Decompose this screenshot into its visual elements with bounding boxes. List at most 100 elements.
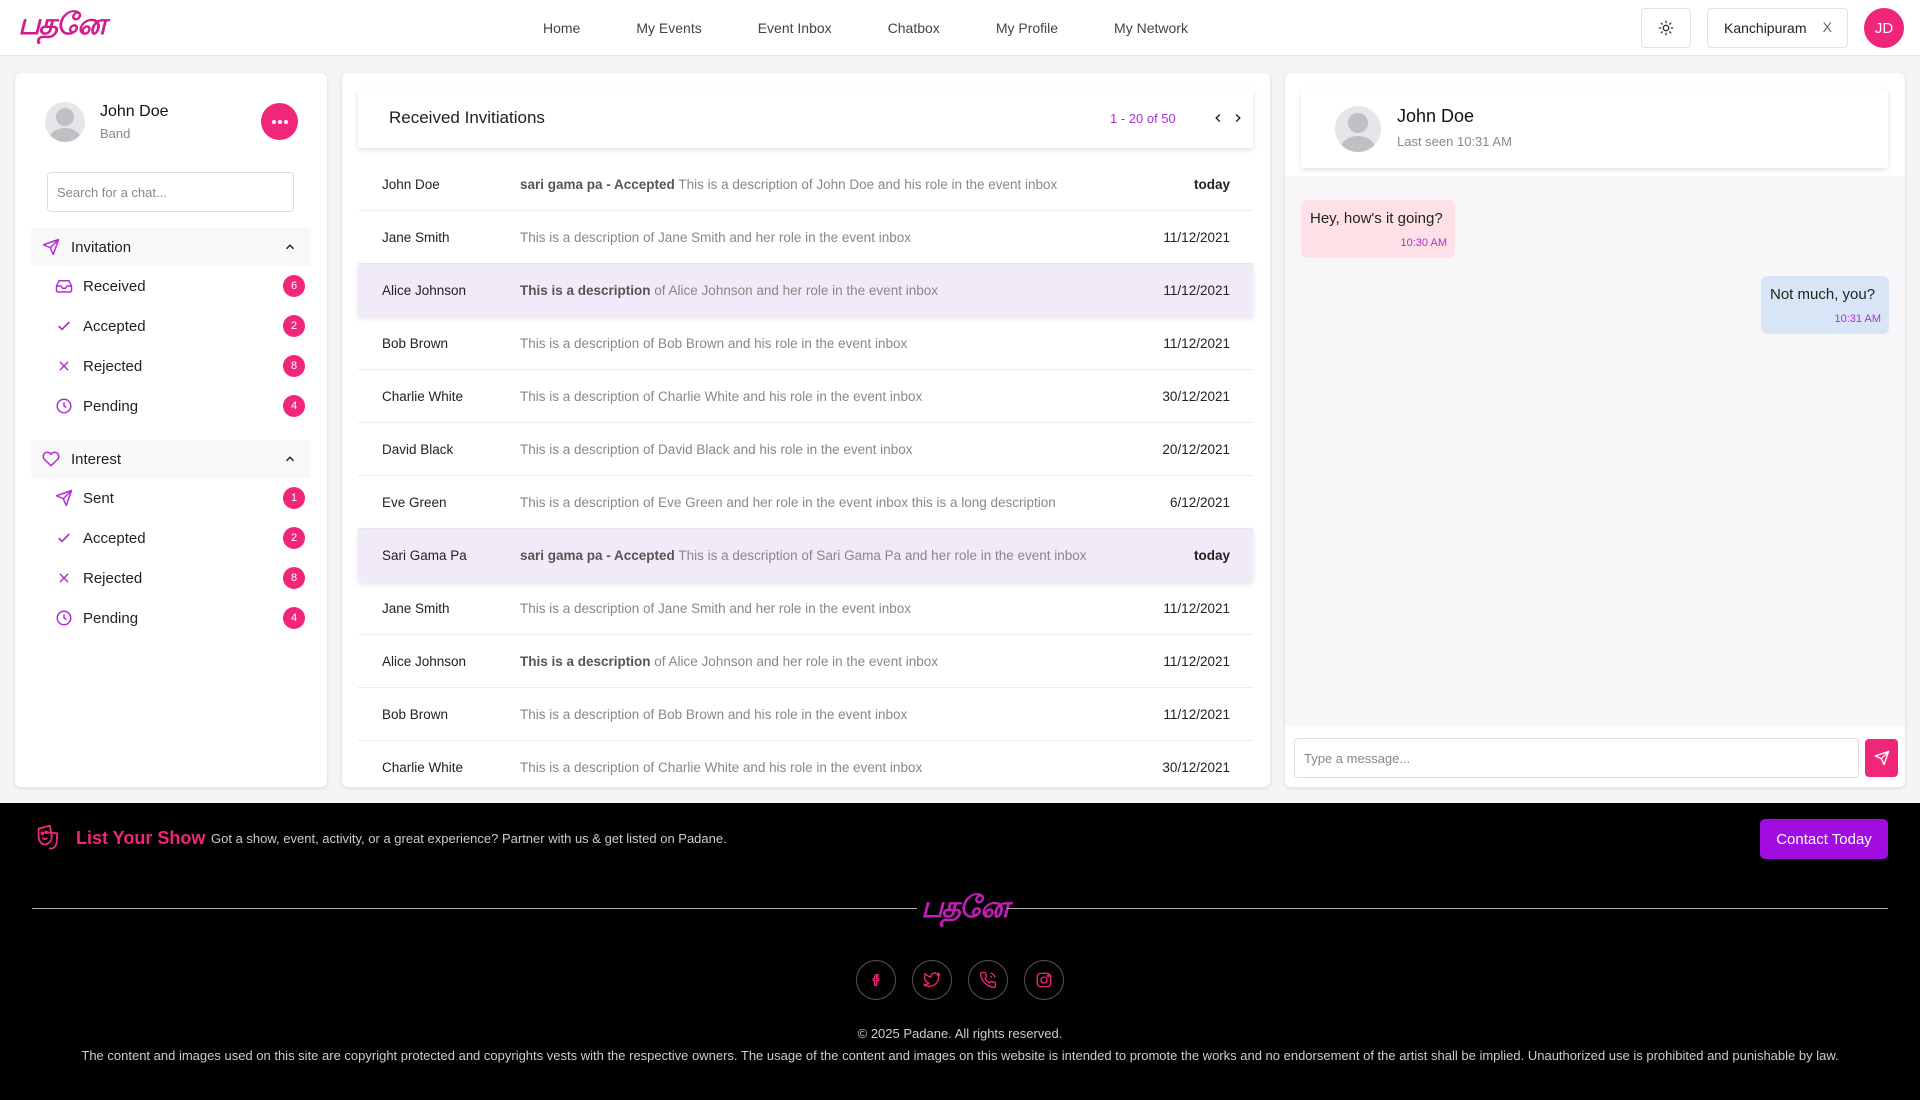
preview-highlight: sari gama pa - Accepted: [520, 176, 675, 192]
sidebar-item-accepted[interactable]: Accepted 2: [55, 311, 305, 341]
section-interest[interactable]: Interest: [31, 440, 311, 478]
table-row[interactable]: David Black This is a description of Davi…: [358, 423, 1253, 476]
table-row[interactable]: Charlie White This is a description of Ch…: [358, 370, 1253, 423]
search-chat-input[interactable]: [47, 172, 294, 212]
main-nav: Home My Events Event Inbox Chatbox My Pr…: [543, 0, 1244, 56]
clock-icon: [55, 397, 73, 415]
chat-messages: Hey, how's it going? 10:30 AM Not much, …: [1285, 176, 1905, 726]
chevron-up-icon[interactable]: [283, 240, 297, 254]
preview-text: This is a description of John Doe and hi…: [674, 176, 1058, 192]
count-badge: 1: [283, 487, 305, 509]
table-row[interactable]: Jane Smith This is a description of Jane …: [358, 582, 1253, 635]
send-message-button[interactable]: [1865, 739, 1898, 777]
preview-text: This is a description of Jane Smith and …: [520, 600, 911, 616]
user-avatar[interactable]: JD: [1864, 8, 1904, 48]
instagram-link[interactable]: [1024, 960, 1064, 1000]
nav-home[interactable]: Home: [543, 20, 580, 36]
sidebar-item-interest-pending[interactable]: Pending 4: [55, 603, 305, 633]
sidebar-item-pending[interactable]: Pending 4: [55, 391, 305, 421]
table-row[interactable]: Sari Gama Pa sari gama pa - Accepted This…: [358, 529, 1253, 582]
next-page-button[interactable]: [1228, 108, 1248, 128]
preview-highlight: This is a description: [520, 282, 651, 298]
message-preview: This is a description of Eve Green and h…: [520, 495, 1056, 510]
message-preview: This is a description of Jane Smith and …: [520, 601, 911, 616]
heart-icon: [41, 449, 61, 469]
pagination-range: 1 - 20 of 50: [1110, 111, 1176, 126]
received-date: 30/12/2021: [1162, 759, 1230, 775]
received-date: 11/12/2021: [1163, 282, 1230, 298]
message-preview: This is a description of Alice Johnson a…: [520, 654, 938, 669]
avatar: [45, 102, 85, 142]
nav-my-profile[interactable]: My Profile: [996, 20, 1058, 36]
theme-toggle-button[interactable]: [1641, 8, 1691, 48]
sun-icon: [1658, 20, 1674, 36]
sidebar-item-sent[interactable]: Sent 1: [55, 483, 305, 513]
received-date: today: [1193, 176, 1230, 192]
site-footer: List Your Show Got a show, event, activi…: [0, 803, 1920, 1100]
received-date: 11/12/2021: [1163, 653, 1230, 669]
count-badge: 4: [283, 395, 305, 417]
divider: [1007, 908, 1888, 909]
table-row[interactable]: John Doe sari gama pa - Accepted This is …: [358, 158, 1253, 211]
preview-highlight: This is a description: [520, 653, 651, 669]
message-input[interactable]: [1294, 738, 1859, 778]
count-badge: 2: [283, 315, 305, 337]
preview-text: This is a description of Jane Smith and …: [520, 229, 911, 245]
sidebar-item-label: Sent: [83, 489, 114, 507]
instagram-icon: [1036, 972, 1052, 988]
footer-logo[interactable]: பதனே: [921, 890, 1009, 929]
table-row[interactable]: Charlie White This is a description of Ch…: [358, 741, 1253, 787]
twitter-link[interactable]: [912, 960, 952, 1000]
chat-panel: John Doe Last seen 10:31 AM Hey, how's i…: [1285, 73, 1905, 787]
chevron-left-icon: [1215, 113, 1221, 123]
inbox-header: Received Invitiations 1 - 20 of 50: [358, 89, 1253, 148]
sidebar-item-label: Rejected: [83, 569, 143, 587]
sidebar-item-received[interactable]: Received 6: [55, 271, 305, 301]
table-row[interactable]: Alice Johnson This is a description of Al…: [358, 264, 1253, 317]
table-row[interactable]: Bob Brown This is a description of Bob Br…: [358, 688, 1253, 741]
chevron-up-icon[interactable]: [283, 452, 297, 466]
message-preview: sari gama pa - Accepted This is a descri…: [520, 177, 1057, 192]
previous-page-button[interactable]: [1208, 108, 1228, 128]
clock-icon: [55, 609, 73, 627]
profile-role: Band: [100, 126, 131, 141]
nav-chatbox[interactable]: Chatbox: [888, 20, 940, 36]
sidebar-item-label: Rejected: [83, 357, 143, 375]
list-your-show-text: Got a show, event, activity, or a great …: [211, 831, 727, 846]
more-options-button[interactable]: [261, 103, 298, 140]
count-badge: 8: [283, 567, 305, 589]
location-selector[interactable]: Kanchipuram X: [1707, 8, 1848, 48]
event-inbox-panel: Received Invitiations 1 - 20 of 50 John …: [342, 73, 1270, 787]
count-badge: 8: [283, 355, 305, 377]
received-date: today: [1193, 547, 1230, 563]
location-label: Kanchipuram: [1724, 20, 1807, 36]
nav-my-network[interactable]: My Network: [1114, 20, 1188, 36]
section-invitation[interactable]: Invitation: [31, 228, 311, 266]
message-preview: This is a description of Bob Brown and h…: [520, 707, 907, 722]
sidebar-item-label: Pending: [83, 397, 139, 415]
facebook-link[interactable]: [856, 960, 896, 1000]
preview-highlight: sari gama pa - Accepted: [520, 547, 675, 563]
check-icon: [55, 529, 73, 547]
facebook-icon: [872, 974, 880, 986]
contact-today-button[interactable]: Contact Today: [1760, 819, 1888, 859]
location-clear-button[interactable]: X: [1823, 19, 1832, 35]
sidebar-item-interest-accepted[interactable]: Accepted 2: [55, 523, 305, 553]
nav-my-events[interactable]: My Events: [636, 20, 701, 36]
table-row[interactable]: Bob Brown This is a description of Bob Br…: [358, 317, 1253, 370]
top-header: பதனே Home My Events Event Inbox Chatbox …: [0, 0, 1920, 56]
phone-link[interactable]: [968, 960, 1008, 1000]
app-logo[interactable]: பதனே: [18, 7, 106, 46]
message-time: 10:31 AM: [1834, 313, 1881, 325]
message-preview: This is a description of David Black and…: [520, 442, 912, 457]
preview-text: This is a description of David Black and…: [520, 441, 913, 457]
sidebar-item-label: Pending: [83, 609, 139, 627]
table-row[interactable]: Alice Johnson This is a description of Al…: [358, 635, 1253, 688]
nav-event-inbox[interactable]: Event Inbox: [758, 20, 832, 36]
table-row[interactable]: Eve Green This is a description of Eve Gr…: [358, 476, 1253, 529]
sidebar-item-rejected[interactable]: Rejected 8: [55, 351, 305, 381]
table-row[interactable]: Jane Smith This is a description of Jane …: [358, 211, 1253, 264]
divider: [32, 908, 917, 909]
list-your-show-title: List Your Show: [76, 828, 206, 848]
sidebar-item-interest-rejected[interactable]: Rejected 8: [55, 563, 305, 593]
